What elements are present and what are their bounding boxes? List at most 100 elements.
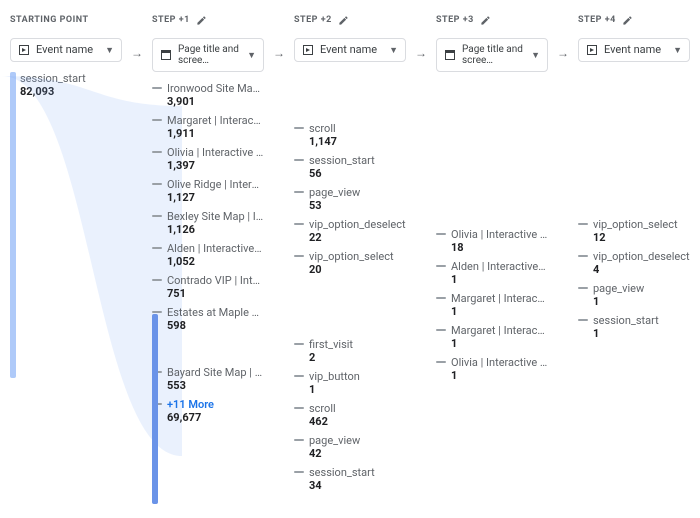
flow-node[interactable]: Alden | Interactive Floo…1,052 [152, 242, 264, 268]
node-value: 22 [309, 231, 406, 244]
dimension-selector[interactable]: Event name ▼ [578, 38, 690, 62]
flow-node[interactable]: page_view42 [294, 434, 406, 460]
flow-node[interactable]: +11 More69,677 [152, 398, 264, 424]
dimension-selector[interactable]: Event name ▼ [294, 38, 406, 62]
flow-node[interactable]: vip_button1 [294, 370, 406, 396]
node-label: Olive Ridge | Interactiv… [167, 178, 264, 191]
flow-node[interactable]: vip_option_select20 [294, 250, 406, 276]
node-value: 3,901 [167, 95, 264, 108]
node-tick [294, 127, 304, 129]
dimension-selector[interactable]: Page title and scree… ▼ [152, 38, 264, 72]
flow-node[interactable]: scroll462 [294, 402, 406, 428]
node-label: Olivia | Interactive Floo… [167, 146, 264, 159]
node-value: 1,147 [309, 135, 406, 148]
node-label: Bayard Site Map | Inter… [167, 366, 264, 379]
node-value: 1 [309, 383, 406, 396]
node-tick [152, 279, 162, 281]
flow-node[interactable]: Olivia | Interactive Floo…18 [436, 228, 548, 254]
node-tick [294, 439, 304, 441]
node-tick [294, 191, 304, 193]
flow-node[interactable]: session_start56 [294, 154, 406, 180]
event-icon [18, 44, 30, 56]
node-value: 4 [593, 263, 690, 276]
node-label: vip_option_deselect [309, 218, 406, 231]
flow-node[interactable]: Bexley Site Map | Inter…1,126 [152, 210, 264, 236]
flow-node[interactable]: Olivia | Interactive Floo…1 [436, 356, 548, 382]
node-value: 1,127 [167, 191, 264, 204]
node-tick [436, 329, 446, 331]
pencil-icon[interactable] [196, 15, 207, 26]
flow-node[interactable]: scroll1,147 [294, 122, 406, 148]
node-label: Margaret | Interactive … [451, 292, 548, 305]
node-tick [578, 255, 588, 257]
node-label: Alden | Interactive Floo… [167, 242, 264, 255]
flow-node[interactable]: page_view53 [294, 186, 406, 212]
chevron-down-icon: ▼ [247, 50, 256, 61]
flow-node[interactable]: Contrado VIP | Interact…751 [152, 274, 264, 300]
node-label: scroll [309, 122, 406, 135]
flow-node[interactable]: Bayard Site Map | Inter…553 [152, 366, 264, 392]
arrow-icon: → [128, 38, 146, 68]
node-label: Olivia | Interactive Floo… [451, 228, 548, 241]
node-value: 1,397 [167, 159, 264, 172]
node-list: vip_option_select12 vip_option_deselect4p… [578, 218, 690, 340]
node-label: session_start [593, 314, 690, 327]
node-label: +11 More [167, 398, 264, 411]
pencil-icon[interactable] [622, 15, 633, 26]
node-tick [152, 151, 162, 153]
node-tick [578, 223, 588, 225]
node-label: Alden | Interactive Floo… [451, 260, 548, 273]
node-list: Olivia | Interactive Floo…18 Alden | Inte… [436, 228, 548, 382]
flow-node[interactable]: vip_option_deselect4 [578, 250, 690, 276]
pencil-icon[interactable] [480, 15, 491, 26]
arrow-icon: → [412, 38, 430, 68]
dimension-selector[interactable]: Event name ▼ [10, 38, 122, 62]
arrow-icon: → [270, 38, 288, 68]
node-label: page_view [309, 186, 406, 199]
node-tick [436, 361, 446, 363]
pencil-icon[interactable] [338, 15, 349, 26]
node-value: 69,677 [167, 411, 264, 424]
node-label: first_visit [309, 338, 406, 351]
flow-node[interactable]: vip_option_select12 [578, 218, 690, 244]
flow-node[interactable]: Margaret | Interactive …1 [436, 292, 548, 318]
node-label: Olivia | Interactive Floo… [451, 356, 548, 369]
column-title: STEP +2 [294, 15, 332, 25]
node-tick [436, 265, 446, 267]
node-tick [436, 233, 446, 235]
node-tick [294, 407, 304, 409]
node-label: vip_button [309, 370, 406, 383]
dimension-selector[interactable]: Page title and scree… ▼ [436, 38, 548, 72]
flow-node[interactable]: Margaret | Interactive …1,911 [152, 114, 264, 140]
selector-label: Page title and scree… [178, 44, 241, 66]
flow-node[interactable]: vip_option_deselect22 [294, 218, 406, 244]
flow-node[interactable]: Olive Ridge | Interactiv…1,127 [152, 178, 264, 204]
flow-node[interactable]: Margaret | Interactive …1 [436, 324, 548, 350]
chevron-down-icon: ▼ [105, 45, 114, 56]
node-tick [152, 215, 162, 217]
node-value: 1,052 [167, 255, 264, 268]
node-value: 1 [451, 337, 548, 350]
flow-node[interactable]: page_view1 [578, 282, 690, 308]
flow-node[interactable]: first_visit2 [294, 338, 406, 364]
selector-label: Event name [36, 44, 99, 56]
flow-node[interactable]: Olivia | Interactive Floo…1,397 [152, 146, 264, 172]
flow-node[interactable]: session_start34 [294, 466, 406, 492]
column-title: STARTING POINT [10, 15, 89, 25]
flow-node[interactable]: Estates at Maple Ridg…598 [152, 306, 264, 332]
node-value: 42 [309, 447, 406, 460]
flow-node[interactable]: session_start1 [578, 314, 690, 340]
node-label: Margaret | Interactive … [167, 114, 264, 127]
node-label: Ironwood Site Map | In… [167, 82, 264, 95]
column-title: STEP +1 [152, 15, 190, 25]
node-label: vip_option_select [309, 250, 406, 263]
node-label: session_start [309, 154, 406, 167]
node-value: 20 [309, 263, 406, 276]
node-label: scroll [309, 402, 406, 415]
event-icon [302, 44, 314, 56]
selector-label: Page title and scree… [462, 44, 525, 66]
flow-node[interactable]: session_start 82,093 [20, 72, 122, 98]
flow-node[interactable]: Ironwood Site Map | In…3,901 [152, 82, 264, 108]
node-value: 34 [309, 479, 406, 492]
flow-node[interactable]: Alden | Interactive Floo…1 [436, 260, 548, 286]
